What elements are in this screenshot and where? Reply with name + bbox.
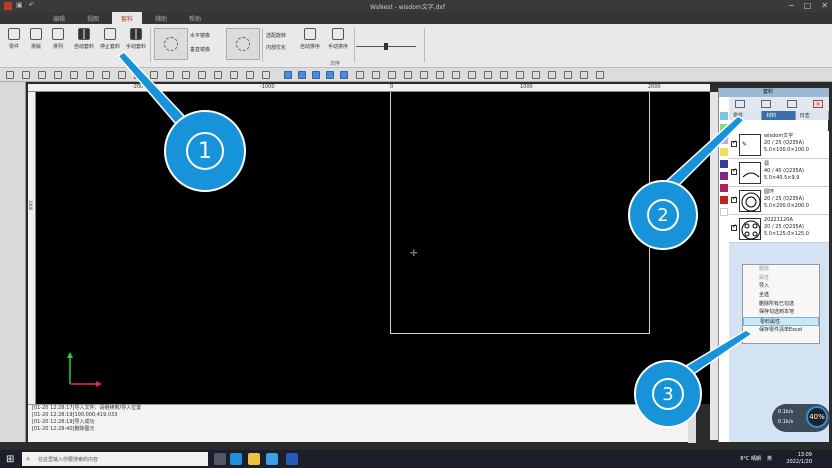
search-icon: ⌕ (26, 454, 31, 463)
input-language[interactable]: 英 (767, 455, 772, 462)
word-icon[interactable] (286, 453, 298, 465)
callout-pointers (116, 51, 754, 387)
usage-percent: 40% (806, 406, 828, 428)
upload-speed: 0.1k/s (778, 409, 794, 415)
callout-1: 1 (164, 110, 246, 192)
clock-date: 2022/1/20 (786, 459, 812, 465)
search-placeholder: 在这里输入你要搜索的内容 (38, 457, 99, 463)
edge-browser-icon[interactable] (230, 453, 242, 465)
system-tray: 8°C 晴朗 英 (740, 455, 772, 462)
task-view-icon[interactable] (214, 453, 226, 465)
file-explorer-icon[interactable] (248, 453, 260, 465)
taskbar: ⊞ ⌕ 在这里输入你要搜索的内容 8°C 晴朗 英 13:09 2022/1/2… (0, 450, 832, 468)
callout-1-pointer (116, 51, 188, 125)
callout-3: 3 (634, 360, 702, 428)
weather-status[interactable]: 8°C 晴朗 (740, 455, 761, 462)
app-icon[interactable] (266, 453, 278, 465)
download-speed: 0.1k/s (778, 419, 794, 425)
taskbar-search-box[interactable]: ⌕ 在这里输入你要搜索的内容 (22, 452, 208, 466)
callout-2: 2 (628, 180, 698, 250)
clock[interactable]: 13:09 2022/1/20 (786, 452, 812, 466)
network-speed-badge[interactable]: 0.1k/s 0.1k/s 40% (772, 404, 830, 432)
clock-time: 13:09 (797, 452, 812, 458)
windows-start-icon[interactable]: ⊞ (6, 454, 14, 465)
